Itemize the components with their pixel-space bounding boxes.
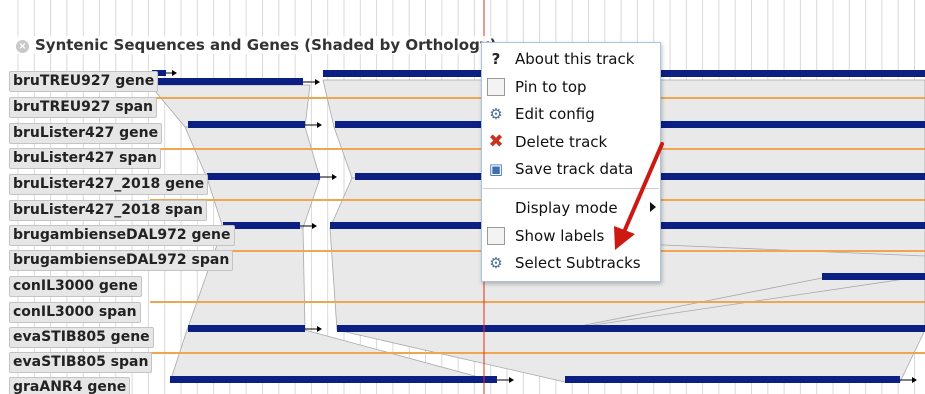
gene-bar [152,78,303,85]
gene-bar [188,325,305,332]
gene-bar [170,376,497,383]
submenu-arrow-icon [650,202,656,212]
track-label-brugambiensedal972-gene[interactable]: brugambienseDAL972 gene [9,225,235,246]
track-label-brutreu927-gene[interactable]: bruTREU927 gene [9,71,159,92]
gene-direction-icon [509,377,514,383]
track-label-evastib805-span[interactable]: evaSTIB805 span [9,352,153,373]
gear-icon: ⚙ [489,105,503,123]
checkbox-icon [487,227,505,245]
track-title: × Syntenic Sequences and Genes (Shaded by… [12,36,501,54]
menu-item-about-track[interactable]: ? About this track [482,46,660,72]
orthology-shade [206,177,321,229]
menu-item-edit-config[interactable]: ⚙ Edit config [482,101,660,127]
menu-item-pin-to-top[interactable]: Pin to top [482,74,660,100]
orthology-shade [184,126,321,179]
track-label-brulister427-2018-span[interactable]: bruLister427_2018 span [9,200,207,221]
menu-item-save-track-data[interactable]: ▣ Save track data [482,156,660,182]
gene-direction-icon [332,174,337,180]
track-label-brulister427-gene[interactable]: bruLister427 gene [9,123,163,144]
gene-bar [188,121,305,128]
track-label-brulister427-2018-gene[interactable]: bruLister427_2018 gene [9,174,209,195]
gene-direction-icon [315,79,320,85]
menu-item-display-mode[interactable]: Display mode [482,195,660,221]
gear-icon: ⚙ [489,254,503,272]
menu-item-show-labels[interactable]: Show labels [482,223,660,249]
gene-direction-icon [317,326,322,332]
menu-separator [483,188,659,189]
menu-item-select-subtracks[interactable]: ⚙ Select Subtracks [482,250,660,276]
track-label-evastib805-gene[interactable]: evaSTIB805 gene [9,327,154,348]
help-icon: ? [491,50,501,68]
gene-bar [822,273,925,280]
gene-direction-icon [312,223,317,229]
gene-direction-icon [172,70,177,76]
close-icon[interactable]: × [16,40,29,53]
orthology-shade [149,84,311,128]
menu-item-delete-track[interactable]: ✖ Delete track [482,129,660,155]
gene-bar [337,325,925,332]
delete-x-icon: ✖ [488,131,504,152]
track-title-text: Syntenic Sequences and Genes (Shaded by … [35,36,497,54]
track-label-conil3000-span[interactable]: conIL3000 span [9,302,141,323]
track-label-brutreu927-span[interactable]: bruTREU927 span [9,97,158,118]
gene-bar [565,376,900,383]
track-label-brulister427-span[interactable]: bruLister427 span [9,148,161,169]
save-disk-icon: ▣ [488,160,504,178]
gene-bar [223,222,300,229]
synteny-view[interactable]: × Syntenic Sequences and Genes (Shaded by… [0,0,925,394]
pin-checkbox-icon [487,78,505,96]
gene-bar [207,173,320,180]
track-label-conil3000-gene[interactable]: conIL3000 gene [9,276,142,297]
track-label-graanr4-gene[interactable]: graANR4 gene [9,377,131,394]
track-context-menu: ? About this track Pin to top ⚙ Edit con… [481,42,661,282]
gene-direction-icon [317,122,322,128]
track-label-brugambiensedal972-span[interactable]: brugambienseDAL972 span [9,250,234,271]
